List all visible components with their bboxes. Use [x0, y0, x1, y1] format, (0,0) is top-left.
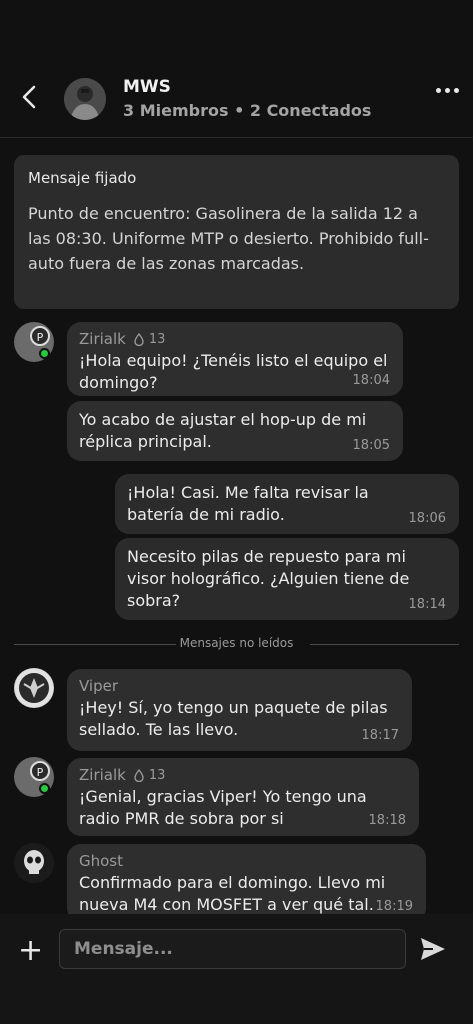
back-button[interactable]	[14, 82, 44, 112]
chat-header: MWS 3 Miembros • 2 Conectados	[0, 0, 473, 138]
reputation-badge: 13	[134, 332, 165, 347]
message-bubble[interactable]: Yo acabo de ajustar el hop-up de mi répl…	[67, 401, 403, 461]
message-time: 18:19	[375, 899, 413, 914]
send-icon	[421, 938, 445, 960]
group-name[interactable]: MWS	[123, 77, 171, 97]
message-time: 18:06	[408, 511, 446, 526]
message-text: Necesito pilas de repuesto para mi visor…	[127, 547, 410, 610]
message-text: ¡Hola! Casi. Me falta revisar la batería…	[127, 483, 369, 524]
sender-name[interactable]: Ghost	[79, 852, 123, 870]
message-time: 18:17	[361, 728, 399, 743]
reputation-badge: 13	[134, 768, 165, 783]
message-time: 18:04	[352, 373, 390, 388]
sender-name[interactable]: Zirialk	[79, 330, 126, 348]
message-text: Confirmado para el domingo. Llevo mi nue…	[79, 873, 386, 914]
message-text: ¡Genial, gracias Viper! Yo tengo una rad…	[79, 787, 367, 828]
message-composer: +	[0, 914, 473, 1024]
pinned-title: Mensaje fijado	[28, 169, 137, 187]
svg-text:P: P	[37, 331, 44, 344]
unread-divider-label: Mensajes no leídos	[179, 636, 294, 650]
sender-name[interactable]: Zirialk	[79, 766, 126, 784]
avatar-viper[interactable]	[14, 668, 54, 708]
message-text: Yo acabo de ajustar el hop-up de mi répl…	[79, 410, 367, 451]
svg-text:P: P	[37, 766, 44, 779]
plus-icon[interactable]: +	[18, 936, 43, 966]
message-bubble[interactable]: Zirialk 13 ¡Genial, gracias Viper! Yo te…	[67, 758, 419, 836]
message-input[interactable]	[59, 929, 406, 969]
message-bubble-own[interactable]: Necesito pilas de repuesto para mi visor…	[115, 538, 459, 620]
message-time: 18:14	[408, 597, 446, 612]
pinned-text: Punto de encuentro: Gasolinera de la sal…	[28, 204, 429, 273]
unread-divider: Mensajes no leídos	[14, 636, 459, 650]
group-avatar[interactable]	[64, 78, 106, 120]
pinned-message[interactable]: Mensaje fijado Punto de encuentro: Gasol…	[14, 155, 459, 309]
message-bubble[interactable]: Ghost Confirmado para el domingo. Llevo …	[67, 844, 426, 922]
chevron-left-icon	[22, 85, 36, 109]
drop-icon	[134, 768, 144, 782]
drop-icon	[134, 332, 144, 346]
group-members-status: 3 Miembros • 2 Conectados	[123, 101, 372, 120]
message-bubble[interactable]: Viper ¡Hey! Sí, yo tengo un paquete de p…	[67, 669, 412, 751]
avatar-ghost[interactable]	[14, 843, 54, 883]
message-bubble[interactable]: Zirialk 13 ¡Hola equipo! ¿Tenéis listo e…	[67, 322, 403, 396]
online-indicator	[39, 348, 50, 359]
more-dots-icon[interactable]	[436, 88, 459, 93]
message-time: 18:05	[352, 438, 390, 453]
message-text: ¡Hey! Sí, yo tengo un paquete de pilas s…	[79, 698, 388, 739]
send-button[interactable]	[418, 934, 448, 964]
message-time: 18:18	[368, 813, 406, 828]
sender-name[interactable]: Viper	[79, 677, 118, 695]
online-indicator	[39, 783, 50, 794]
message-bubble-own[interactable]: ¡Hola! Casi. Me falta revisar la batería…	[115, 474, 459, 534]
message-text: ¡Hola equipo! ¿Tenéis listo el equipo el…	[79, 351, 388, 392]
